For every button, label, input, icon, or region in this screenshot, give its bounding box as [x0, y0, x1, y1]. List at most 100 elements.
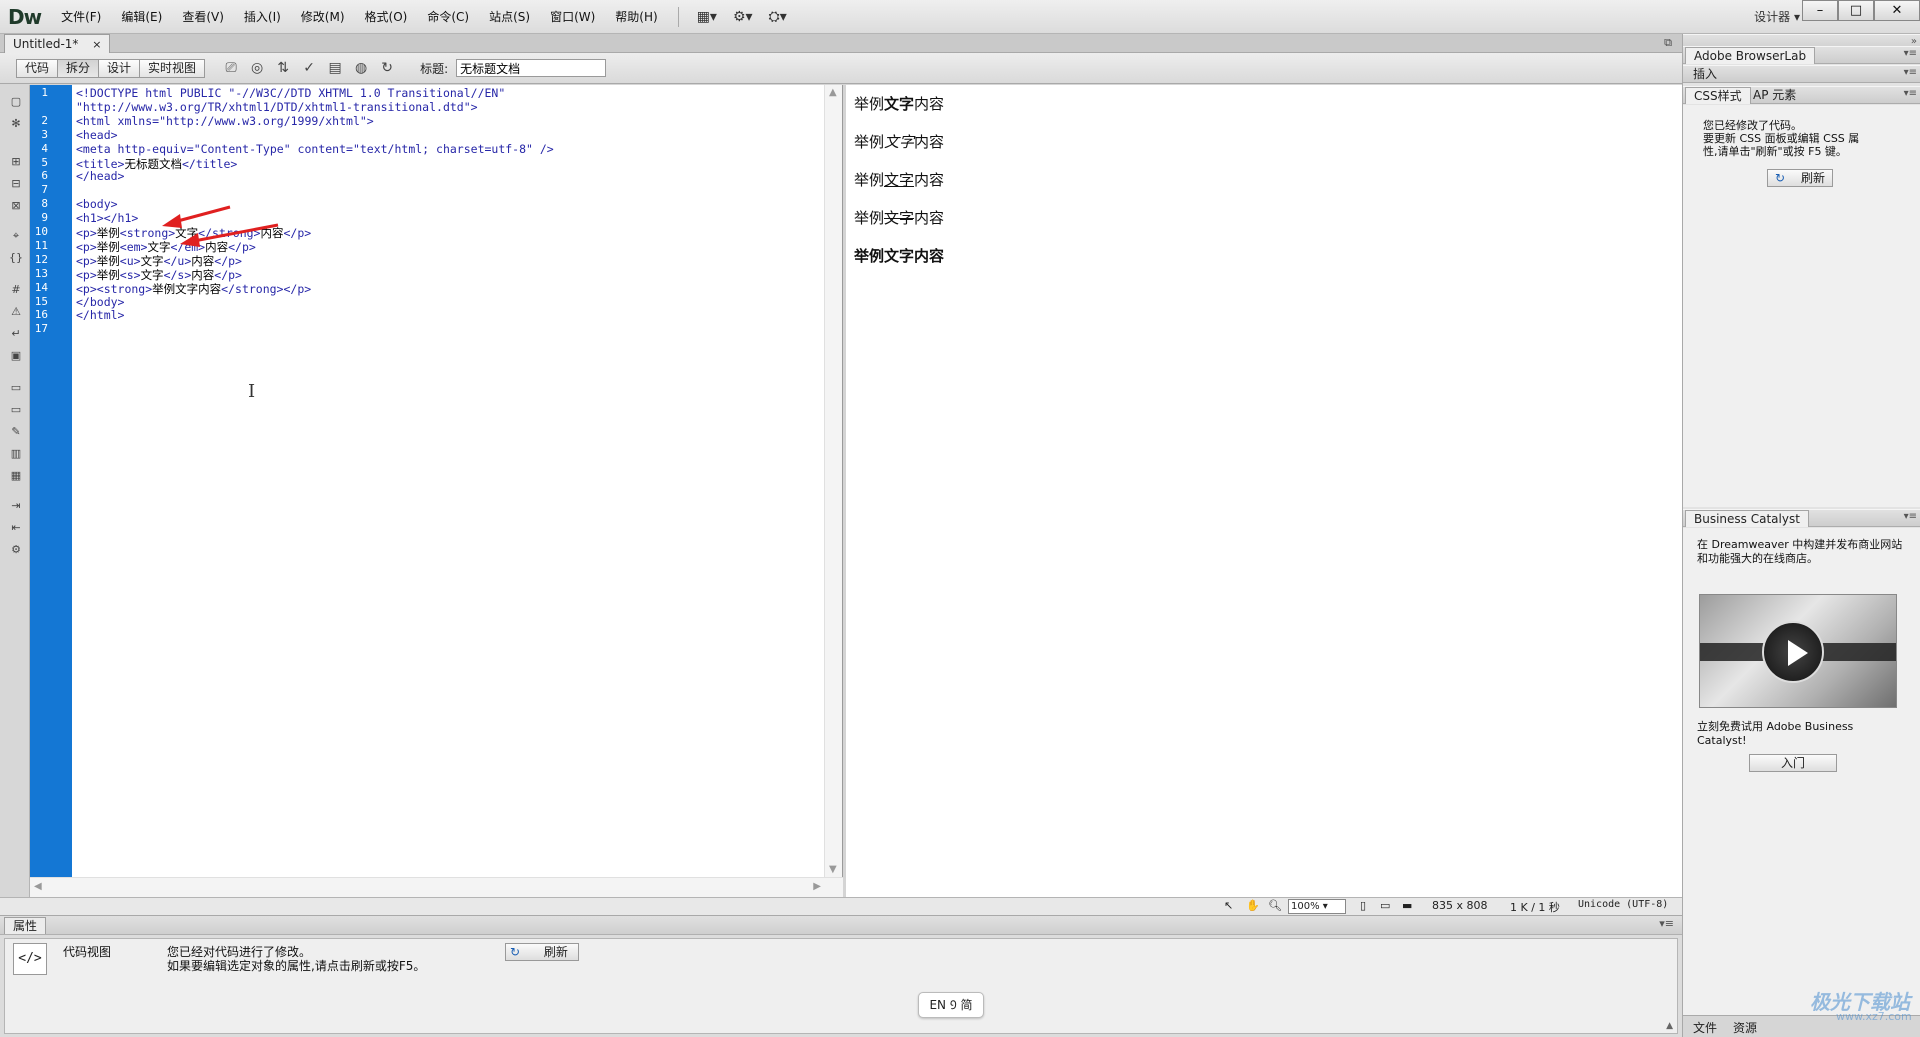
layout-dropdown-icon[interactable]: ▦▾ [689, 9, 725, 25]
menu-file[interactable]: 文件(F) [51, 0, 111, 34]
menu-view[interactable]: 查看(V) [172, 0, 234, 34]
refresh-design-icon[interactable]: ↻ [374, 57, 400, 79]
design-paragraph[interactable]: 举例文字内容 [854, 207, 944, 228]
window-dimensions[interactable]: 835 x 808 [1432, 899, 1488, 912]
syntax-coloring-icon[interactable]: ▣ [7, 347, 25, 365]
live-view-button[interactable]: 实时视图 [139, 58, 206, 78]
css-refresh-button[interactable]: ↻ 刷新 [1767, 169, 1833, 187]
design-view[interactable]: 举例文字内容 举例文字内容 举例文字内容 举例文字内容 举例文字内容 [846, 85, 1682, 897]
play-icon[interactable] [1762, 621, 1824, 683]
visual-aids-icon[interactable]: ▤ [322, 57, 348, 79]
indent-code-icon[interactable]: ⇥ [7, 497, 25, 515]
code-editor[interactable]: 1 2 3 4 5 6 7 8 9 10 11 12 13 14 15 16 17 <!DOCTYPE html… [30, 85, 843, 897]
document-tab[interactable]: Untitled-1* × [4, 34, 111, 53]
word-wrap-icon[interactable]: ↵ [7, 325, 25, 343]
bc-get-started-button[interactable]: 入门 [1749, 754, 1837, 772]
css-styles-tab[interactable]: CSS样式 [1685, 87, 1751, 104]
window-controls: – □ ✕ [1802, 0, 1920, 22]
highlight-invalid-code-icon[interactable]: ⚠ [7, 303, 25, 321]
insert-panel-header[interactable]: 插入 ▾≡ [1683, 65, 1920, 83]
panel-options-icon[interactable]: ▾≡ [1659, 917, 1674, 930]
design-paragraph[interactable]: 举例文字内容 [854, 245, 944, 266]
open-documents-icon[interactable]: ▢ [7, 93, 25, 111]
menu-help[interactable]: 帮助(H) [605, 0, 667, 34]
desktop-size-icon[interactable]: ▬ [1402, 899, 1412, 912]
dreamweaver-logo: Dw [8, 4, 42, 29]
code-view-button[interactable]: 代码 [16, 58, 59, 78]
split-view-button[interactable]: 拆分 [57, 58, 100, 78]
show-code-navigator-icon[interactable]: ✻ [7, 115, 25, 133]
multiscreen-icon[interactable]: ⎚ [218, 57, 244, 79]
line-numbers-icon[interactable]: # [7, 281, 25, 299]
menu-modify[interactable]: 修改(M) [291, 0, 355, 34]
maximize-button[interactable]: □ [1838, 0, 1874, 21]
properties-tab[interactable]: 属性 [4, 917, 47, 934]
zoom-select[interactable]: 100% ▾ [1288, 899, 1346, 914]
site-manager-icon[interactable]: ⛭▾ [761, 9, 795, 25]
expand-panel-icon[interactable]: ▲ [1666, 1021, 1673, 1031]
check-browser-icon[interactable]: ◍ [348, 57, 374, 79]
props-refresh-button[interactable]: ↻ 刷新 [505, 943, 579, 961]
menu-commands[interactable]: 命令(C) [417, 0, 479, 34]
file-management-icon[interactable]: ⇅ [270, 57, 296, 79]
extensions-gear-icon[interactable]: ⚙▾ [725, 9, 761, 25]
design-paragraph[interactable]: 举例文字内容 [854, 131, 944, 152]
menu-edit[interactable]: 编辑(E) [111, 0, 172, 34]
panel-options-icon[interactable]: ▾≡ [1904, 511, 1917, 522]
close-tab-icon[interactable]: × [92, 38, 101, 51]
bc-video-thumbnail[interactable] [1699, 594, 1897, 708]
remove-comment-icon[interactable]: ▭ [7, 401, 25, 419]
w3c-validation-icon[interactable]: ✓ [296, 57, 322, 79]
annotation-arrow-body [162, 205, 231, 228]
hand-tool-icon[interactable]: ✋ [1246, 899, 1260, 912]
title-label: 标题: [420, 61, 449, 76]
text-cursor-icon: I [248, 381, 256, 402]
refresh-icon: ↻ [1775, 171, 1786, 185]
business-catalyst-tab[interactable]: Business Catalyst [1685, 510, 1809, 527]
browserlab-panel-header[interactable]: Adobe BrowserLab ▾≡ [1683, 46, 1920, 64]
expand-all-icon[interactable]: ⊠ [7, 197, 25, 215]
format-source-icon[interactable]: ⚙ [7, 541, 25, 559]
panel-options-icon[interactable]: ▾≡ [1904, 67, 1917, 78]
scroll-down-icon[interactable]: ▼ [829, 864, 837, 875]
menu-format[interactable]: 格式(O) [355, 0, 418, 34]
design-paragraph[interactable]: 举例文字内容 [854, 93, 944, 114]
menu-window[interactable]: 窗口(W) [540, 0, 605, 34]
close-window-button[interactable]: ✕ [1874, 0, 1920, 21]
panel-options-icon[interactable]: ▾≡ [1904, 48, 1917, 59]
minimize-button[interactable]: – [1802, 0, 1838, 21]
scroll-left-icon[interactable]: ◀ [34, 881, 42, 892]
mobile-size-icon[interactable]: ▯ [1360, 899, 1366, 912]
collapse-selection-icon[interactable]: ⊟ [7, 175, 25, 193]
workspace-switcher[interactable]: 设计器 ▾ [1754, 0, 1800, 34]
menu-bar: Dw 文件(F) 编辑(E) 查看(V) 插入(I) 修改(M) 格式(O) 命… [0, 0, 1920, 34]
ap-elements-tab[interactable]: AP 元素 [1745, 87, 1804, 104]
apply-comment-icon[interactable]: ▭ [7, 379, 25, 397]
scroll-right-icon[interactable]: ▶ [813, 881, 821, 892]
tablet-size-icon[interactable]: ▭ [1380, 899, 1390, 912]
assets-tab[interactable]: 资源 [1727, 1019, 1763, 1036]
preview-browser-icon[interactable]: ◎ [244, 57, 270, 79]
balance-braces-icon[interactable]: {} [7, 249, 25, 267]
insert-tab[interactable]: 插入 [1685, 66, 1725, 83]
code-horizontal-scrollbar[interactable]: ◀ ▶ [30, 877, 843, 897]
select-parent-tag-icon[interactable]: ⌖ [7, 227, 25, 245]
panel-options-icon[interactable]: ▾≡ [1904, 88, 1917, 99]
recent-snippets-icon[interactable]: ▥ [7, 445, 25, 463]
select-tool-icon[interactable]: ↖ [1224, 899, 1233, 912]
properties-header: 属性 ▾≡ [0, 916, 1682, 935]
title-input[interactable] [456, 59, 607, 77]
browserlab-tab[interactable]: Adobe BrowserLab [1685, 47, 1816, 64]
design-paragraph[interactable]: 举例文字内容 [854, 169, 944, 190]
menu-insert[interactable]: 插入(I) [234, 0, 291, 34]
zoom-tool-icon[interactable]: 🔍︎ [1268, 899, 1282, 912]
menu-site[interactable]: 站点(S) [479, 0, 540, 34]
ime-indicator[interactable]: EN ᠑ 简 [918, 992, 984, 1018]
restore-document-icon[interactable]: ⧉ [1664, 36, 1672, 50]
wrap-tag-icon[interactable]: ✎ [7, 423, 25, 441]
files-tab[interactable]: 文件 [1687, 1019, 1723, 1036]
move-css-icon[interactable]: ▦ [7, 467, 25, 485]
design-view-button[interactable]: 设计 [98, 58, 141, 78]
outdent-code-icon[interactable]: ⇤ [7, 519, 25, 537]
collapse-tag-icon[interactable]: ⊞ [7, 153, 25, 171]
